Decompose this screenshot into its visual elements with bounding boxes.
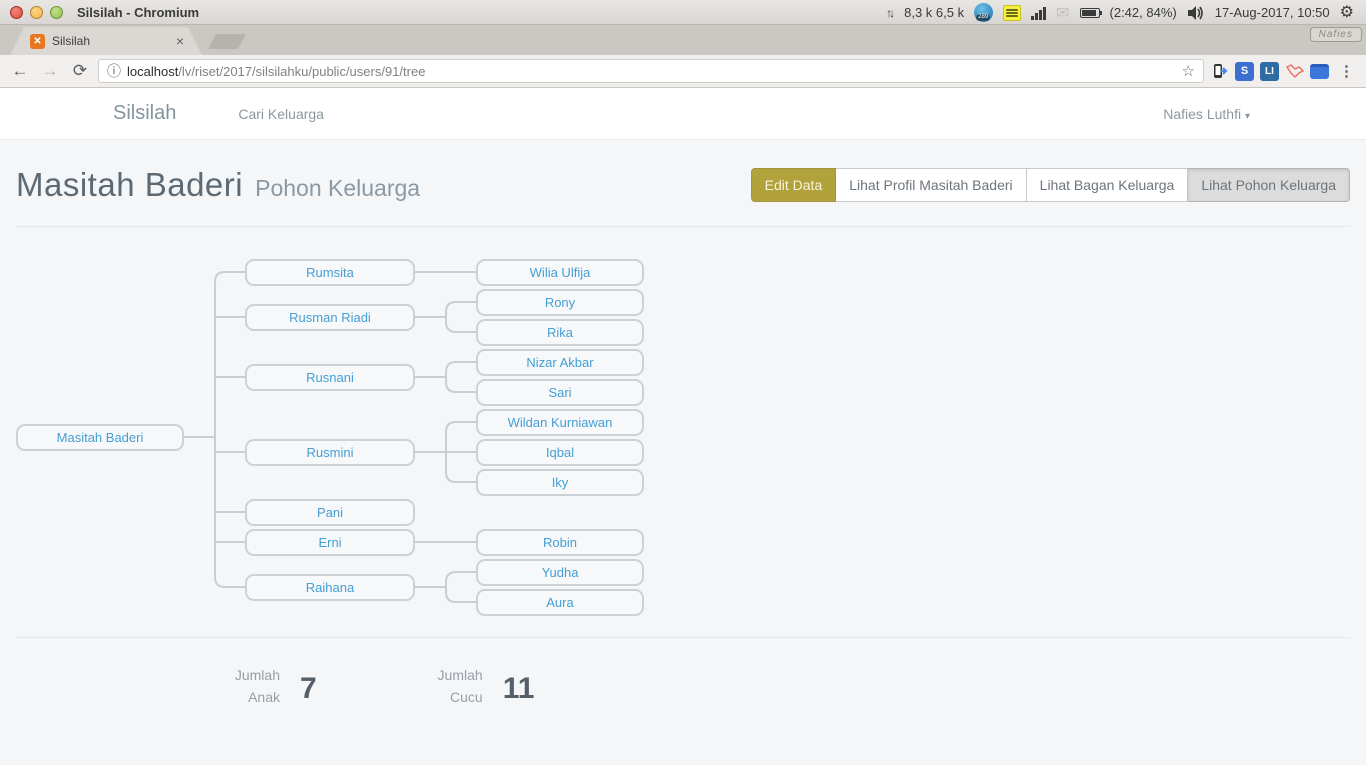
window-close-button[interactable] bbox=[10, 6, 23, 19]
tree-node[interactable]: Iqbal bbox=[476, 439, 644, 466]
brand-link[interactable]: Silsilah bbox=[113, 102, 176, 125]
forward-button: → bbox=[38, 61, 62, 81]
page-subtitle: Pohon Keluarga bbox=[255, 175, 420, 202]
network-traffic-icon[interactable]: ↑↓ bbox=[886, 6, 892, 20]
lihat-profil-button[interactable]: Lihat Profil Masitah Baderi bbox=[836, 168, 1026, 202]
family-tree: Masitah Baderi Rumsita Wilia Ulfija Rusman … bbox=[0, 227, 1366, 637]
tree-node[interactable]: Rusman Riadi bbox=[245, 304, 415, 331]
stat-anak-value: 7 bbox=[300, 672, 317, 706]
page-title: Masitah Baderi bbox=[16, 166, 243, 204]
laravel-extension-icon[interactable] bbox=[1285, 62, 1304, 81]
tree-node[interactable]: Masitah Baderi bbox=[16, 424, 184, 451]
page-info-icon[interactable]: ⓘ bbox=[107, 61, 121, 81]
stat-jumlah-anak: Jumlah Anak 7 bbox=[232, 664, 317, 708]
desktop-user-badge: Nafies bbox=[1310, 27, 1362, 42]
stats-row: Jumlah Anak 7 Jumlah Cucu 11 bbox=[0, 638, 1366, 708]
tree-node[interactable]: Iky bbox=[476, 469, 644, 496]
tree-node[interactable]: Sari bbox=[476, 379, 644, 406]
window-maximize-button[interactable] bbox=[50, 6, 63, 19]
reload-button[interactable]: ⟳ bbox=[68, 61, 92, 81]
tree-node[interactable]: Aura bbox=[476, 589, 644, 616]
tree-node[interactable]: Wilia Ulfija bbox=[476, 259, 644, 286]
stylish-extension-icon[interactable]: S bbox=[1235, 62, 1254, 81]
new-tab-button[interactable] bbox=[208, 34, 246, 49]
lihat-bagan-button[interactable]: Lihat Bagan Keluarga bbox=[1027, 168, 1189, 202]
chevron-down-icon: ▾ bbox=[1245, 111, 1250, 122]
tree-node[interactable]: Wildan Kurniawan bbox=[476, 409, 644, 436]
tab-close-icon[interactable]: × bbox=[176, 33, 184, 49]
stat-cucu-value: 11 bbox=[503, 672, 535, 706]
back-button[interactable]: ← bbox=[8, 61, 32, 81]
tree-node[interactable]: Rika bbox=[476, 319, 644, 346]
browser-menu-icon[interactable]: ⋮ bbox=[1335, 62, 1358, 80]
clock[interactable]: 17-Aug-2017, 10:50 bbox=[1215, 5, 1330, 20]
usage-indicator-badge: 289 bbox=[976, 14, 990, 21]
gear-icon[interactable]: ⚙ bbox=[1340, 5, 1354, 21]
stat-cucu-label: Jumlah Cucu bbox=[435, 664, 483, 708]
nav-link-cari-keluarga[interactable]: Cari Keluarga bbox=[238, 106, 324, 122]
system-tray: ↑↓ 8,3 k 6,5 k 289 ✉ (2:42, 84%) 17-Aug-… bbox=[886, 0, 1354, 25]
top-panel: Silsilah - Chromium ↑↓ 8,3 k 6,5 k 289 ✉… bbox=[0, 0, 1366, 25]
page-titles: Masitah Baderi Pohon Keluarga bbox=[16, 166, 420, 204]
tree-node[interactable]: Rusmini bbox=[245, 439, 415, 466]
user-dropdown-label: Nafies Luthfi bbox=[1163, 106, 1241, 122]
xampp-favicon-icon: ✕ bbox=[30, 34, 45, 49]
volume-icon[interactable] bbox=[1187, 5, 1205, 21]
blue-extension-icon[interactable] bbox=[1310, 64, 1329, 79]
url-path: /lv/riset/2017/silsilahku/public/users/9… bbox=[178, 64, 425, 79]
url-bar[interactable]: ⓘ localhost/lv/riset/2017/silsilahku/pub… bbox=[98, 59, 1204, 83]
tree-node[interactable]: Rumsita bbox=[245, 259, 415, 286]
bookmark-star-icon[interactable]: ☆ bbox=[1182, 62, 1195, 80]
site-navbar: Silsilah Cari Keluarga Nafies Luthfi ▾ bbox=[0, 88, 1366, 140]
browser-tab[interactable]: ✕ Silsilah × bbox=[10, 27, 202, 55]
stat-anak-label: Jumlah Anak bbox=[232, 664, 280, 708]
tree-node[interactable]: Robin bbox=[476, 529, 644, 556]
action-button-group: Edit Data Lihat Profil Masitah Baderi Li… bbox=[751, 168, 1350, 202]
li-extension-icon[interactable]: LI bbox=[1260, 62, 1279, 81]
window-minimize-button[interactable] bbox=[30, 6, 43, 19]
window-title: Silsilah - Chromium bbox=[77, 5, 199, 20]
tree-node[interactable]: Rusnani bbox=[245, 364, 415, 391]
network-traffic-text: 8,3 k 6,5 k bbox=[904, 5, 964, 20]
window-controls bbox=[10, 6, 63, 19]
tree-node[interactable]: Pani bbox=[245, 499, 415, 526]
usage-indicator-icon[interactable]: 289 bbox=[974, 3, 993, 22]
tree-node[interactable]: Erni bbox=[245, 529, 415, 556]
user-dropdown[interactable]: Nafies Luthfi ▾ bbox=[1163, 106, 1250, 122]
tree-node[interactable]: Yudha bbox=[476, 559, 644, 586]
tab-strip: ✕ Silsilah × Nafies bbox=[0, 25, 1366, 55]
browser-toolbar: ← → ⟳ ⓘ localhost/lv/riset/2017/silsilah… bbox=[0, 55, 1366, 88]
url-text[interactable]: localhost/lv/riset/2017/silsilahku/publi… bbox=[127, 64, 425, 79]
page-header: Masitah Baderi Pohon Keluarga Edit Data … bbox=[0, 140, 1366, 226]
battery-icon[interactable] bbox=[1080, 8, 1100, 18]
edit-data-button[interactable]: Edit Data bbox=[751, 168, 837, 202]
signal-strength-icon[interactable] bbox=[1031, 6, 1046, 20]
lihat-pohon-button[interactable]: Lihat Pohon Keluarga bbox=[1188, 168, 1350, 202]
url-host: localhost bbox=[127, 64, 178, 79]
battery-status: (2:42, 84%) bbox=[1110, 5, 1177, 20]
tree-node[interactable]: Nizar Akbar bbox=[476, 349, 644, 376]
tree-node[interactable]: Raihana bbox=[245, 574, 415, 601]
mail-icon[interactable]: ✉ bbox=[1056, 3, 1069, 23]
tab-title: Silsilah bbox=[52, 34, 169, 48]
notes-indicator-icon[interactable] bbox=[1003, 5, 1021, 21]
mobile-view-extension-icon[interactable] bbox=[1210, 62, 1229, 81]
stat-jumlah-cucu: Jumlah Cucu 11 bbox=[435, 664, 535, 708]
tree-node[interactable]: Rony bbox=[476, 289, 644, 316]
